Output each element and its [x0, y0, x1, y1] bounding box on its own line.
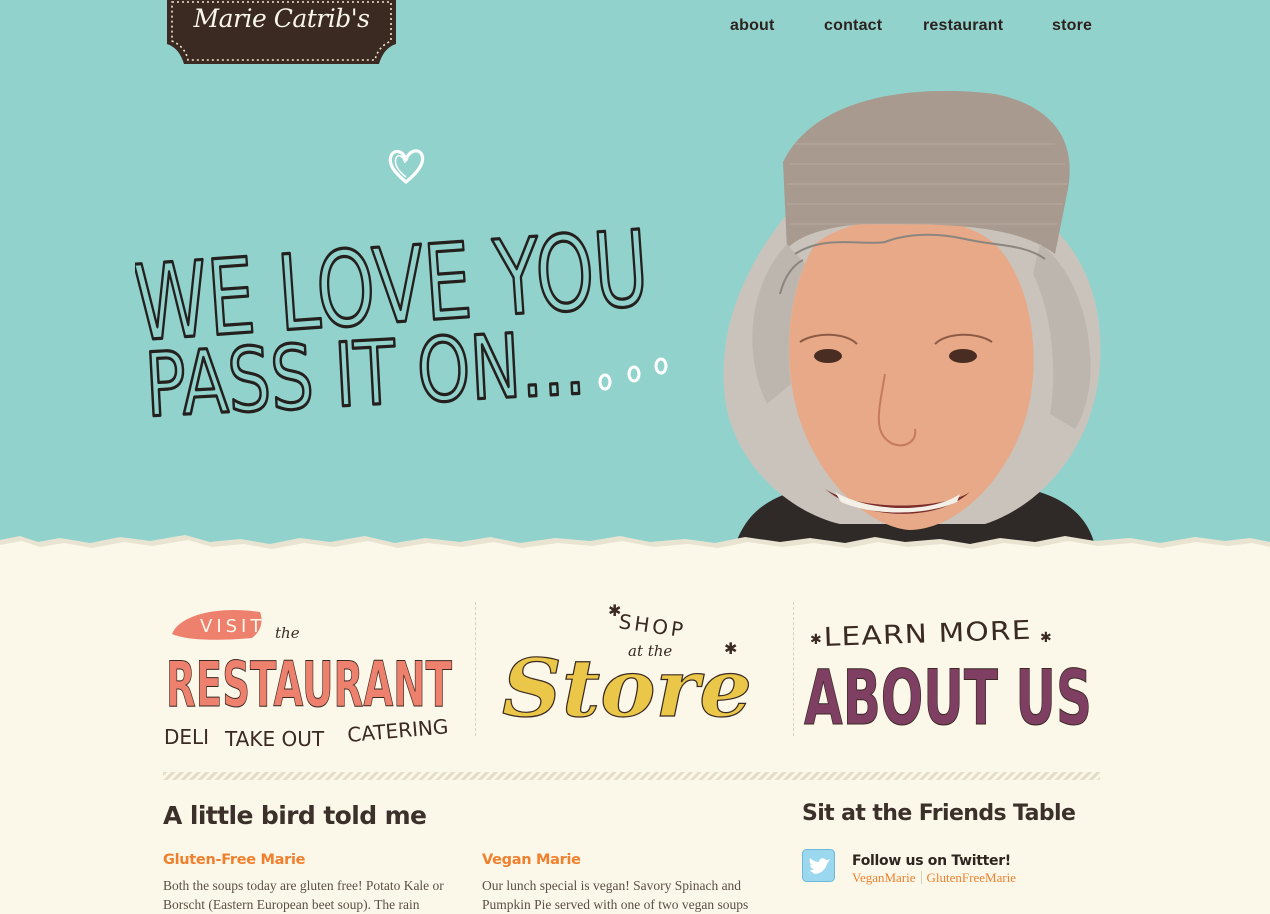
store-promo-art: SHOP at the Store ✱ ✱ — [501, 603, 752, 736]
portrait-photo — [723, 90, 1101, 546]
promo-restaurant-the: the — [275, 624, 300, 642]
twitter-follow-label: Follow us on Twitter! — [852, 853, 1011, 869]
promo-about-pre: LEARN MORE — [823, 616, 1032, 653]
nav-about[interactable]: about — [730, 17, 775, 35]
nav-contact[interactable]: contact — [824, 17, 882, 35]
post-body-gluten-free: Both the soups today are gluten free! Po… — [163, 878, 444, 912]
star-icon: ✱ — [810, 633, 822, 648]
promo-learn-about[interactable]: LEARN MORE ✱ ✱ ABOUT US — [802, 598, 1100, 758]
promo-restaurant-takeout: TAKE OUT — [224, 727, 325, 751]
post-title-vegan[interactable]: Vegan Marie — [482, 852, 581, 868]
post-title-gluten-free[interactable]: Gluten-Free Marie — [163, 852, 306, 868]
star-icon: ✱ — [724, 641, 737, 658]
twitter-bird-icon — [802, 849, 835, 882]
friends-heading: Sit at the Friends Table — [802, 801, 1076, 826]
promo-store-main: Store — [502, 641, 752, 735]
twitter-accounts: VeganMarie GlutenFreeMarie — [852, 870, 1016, 886]
promo-visit-restaurant[interactable]: VISIT the RESTAURANT DELI TAKE OUT CATER… — [160, 598, 460, 758]
main-nav: about contact restaurant store — [700, 17, 1120, 41]
restaurant-promo-art: VISIT the RESTAURANT DELI TAKE OUT CATER… — [164, 610, 453, 751]
blog-heading: A little bird told me — [163, 801, 427, 830]
promo-restaurant-pre: VISIT — [200, 616, 265, 637]
nav-store[interactable]: store — [1052, 17, 1092, 35]
promo-divider-2 — [793, 602, 794, 736]
hero-banner: Marie Catrib's about contact restaurant … — [0, 0, 1270, 565]
heart-icon — [388, 149, 425, 184]
slogan-line-2: PASS IT ON... — [143, 311, 588, 437]
promo-restaurant-deli: DELI — [164, 725, 209, 749]
promo-divider-1 — [475, 602, 476, 736]
nav-restaurant[interactable]: restaurant — [923, 17, 1003, 35]
promo-shop-store[interactable]: SHOP at the Store ✱ ✱ — [498, 598, 758, 758]
promo-restaurant-main: RESTAURANT — [166, 648, 452, 721]
twitter-link-glutenfreemarie[interactable]: GlutenFreeMarie — [927, 870, 1017, 885]
twitter-link-veganmarie[interactable]: VeganMarie — [852, 870, 916, 885]
post-body-vegan: Our lunch special is vegan! Savory Spina… — [482, 878, 749, 912]
promo-about-main: ABOUT US — [804, 653, 1092, 742]
brand-logo[interactable]: Marie Catrib's — [165, 0, 398, 72]
torn-paper-edge — [0, 535, 1270, 565]
star-icon: ✱ — [1040, 631, 1052, 646]
link-separator — [920, 871, 922, 884]
logo-wordmark: Marie Catrib's — [193, 4, 370, 33]
section-divider — [163, 772, 1100, 780]
promo-store-pre: SHOP — [617, 609, 687, 642]
about-promo-art: LEARN MORE ✱ ✱ ABOUT US — [804, 616, 1093, 743]
twitter-icon[interactable] — [802, 849, 835, 882]
hero-slogan: WE LOVE YOU PASS IT ON... — [135, 206, 668, 439]
star-icon: ✱ — [608, 603, 621, 620]
ellipsis-dots — [598, 357, 668, 391]
